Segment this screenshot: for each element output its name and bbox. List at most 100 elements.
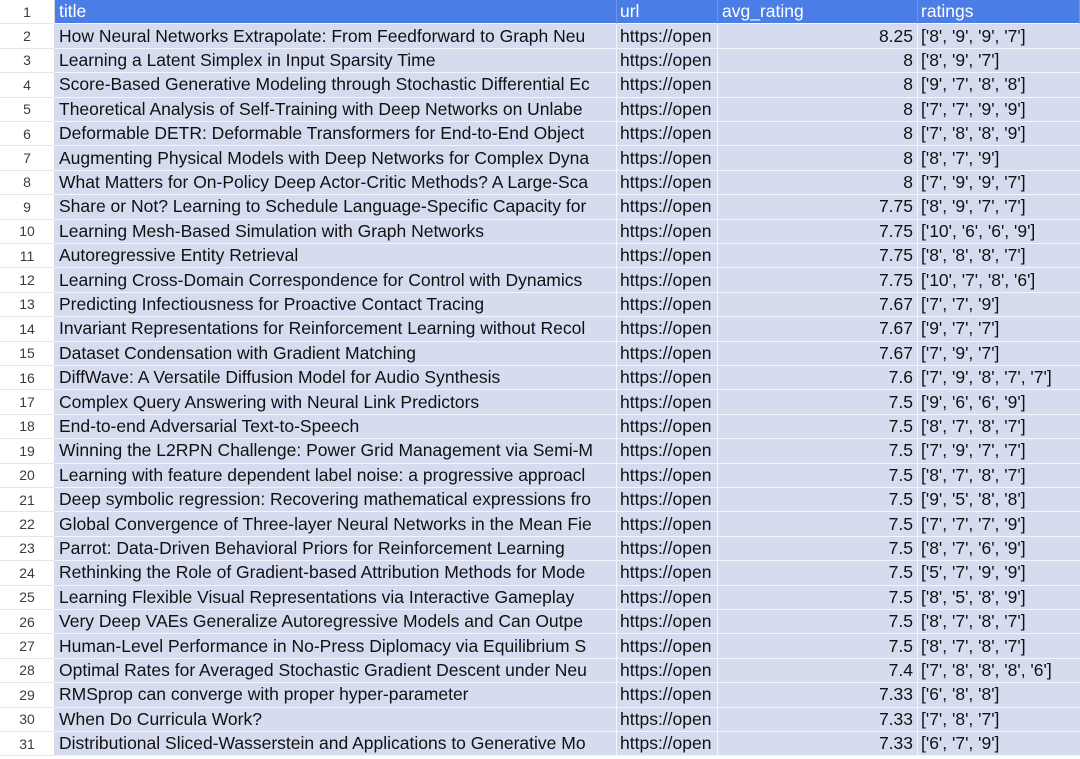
- cell-url[interactable]: https://open: [617, 390, 718, 415]
- cell-avg-rating[interactable]: 7.5: [718, 536, 918, 562]
- cell-title[interactable]: Share or Not? Learning to Schedule Langu…: [55, 195, 617, 220]
- cell-avg-rating[interactable]: 7.5: [718, 585, 918, 610]
- cell-ratings[interactable]: ['9', '5', '8', '8']: [918, 488, 1080, 513]
- cell-avg-rating[interactable]: 7.33: [718, 683, 918, 708]
- cell-url[interactable]: https://open: [617, 585, 718, 610]
- cell-title[interactable]: Rethinking the Role of Gradient-based At…: [55, 561, 617, 586]
- cell-url[interactable]: https://open: [617, 610, 718, 635]
- row-number[interactable]: 10: [0, 219, 55, 244]
- cell-ratings[interactable]: ['10', '7', '8', '6']: [918, 268, 1080, 293]
- cell-title[interactable]: Score-Based Generative Modeling through …: [55, 73, 617, 98]
- column-header-title[interactable]: title: [55, 0, 617, 25]
- row-number[interactable]: 15: [0, 341, 55, 366]
- cell-avg-rating[interactable]: 7.67: [718, 341, 918, 366]
- cell-avg-rating[interactable]: 7.67: [718, 292, 918, 318]
- row-number[interactable]: 14: [0, 317, 55, 342]
- row-number[interactable]: 19: [0, 439, 55, 464]
- cell-ratings[interactable]: ['6', '7', '9']: [918, 732, 1080, 757]
- cell-url[interactable]: https://open: [617, 268, 718, 293]
- cell-avg-rating[interactable]: 7.5: [718, 561, 918, 586]
- cell-ratings[interactable]: ['5', '7', '9', '9']: [918, 561, 1080, 586]
- cell-ratings[interactable]: ['8', '8', '8', '7']: [918, 244, 1080, 269]
- cell-title[interactable]: Global Convergence of Three-layer Neural…: [55, 512, 617, 537]
- cell-title[interactable]: Very Deep VAEs Generalize Autoregressive…: [55, 610, 617, 635]
- row-number[interactable]: 28: [0, 658, 55, 684]
- row-number[interactable]: 9: [0, 195, 55, 220]
- cell-url[interactable]: https://open: [617, 146, 718, 171]
- cell-ratings[interactable]: ['7', '7', '9']: [918, 292, 1080, 318]
- row-number[interactable]: 16: [0, 366, 55, 391]
- cell-title[interactable]: Predicting Infectiousness for Proactive …: [55, 292, 617, 318]
- row-number[interactable]: 1: [0, 0, 55, 25]
- cell-avg-rating[interactable]: 8: [718, 122, 918, 147]
- cell-ratings[interactable]: ['8', '5', '8', '9']: [918, 585, 1080, 610]
- cell-title[interactable]: Dataset Condensation with Gradient Match…: [55, 341, 617, 366]
- row-number[interactable]: 4: [0, 73, 55, 98]
- cell-avg-rating[interactable]: 7.6: [718, 366, 918, 391]
- cell-ratings[interactable]: ['8', '9', '7']: [918, 48, 1080, 74]
- row-number[interactable]: 30: [0, 707, 55, 732]
- cell-ratings[interactable]: ['7', '8', '8', '8', '6']: [918, 658, 1080, 684]
- cell-avg-rating[interactable]: 8: [718, 48, 918, 74]
- cell-url[interactable]: https://open: [617, 463, 718, 488]
- row-number[interactable]: 5: [0, 97, 55, 122]
- row-number[interactable]: 12: [0, 268, 55, 293]
- row-number[interactable]: 6: [0, 122, 55, 147]
- cell-ratings[interactable]: ['6', '8', '8']: [918, 683, 1080, 708]
- cell-avg-rating[interactable]: 7.5: [718, 634, 918, 659]
- cell-avg-rating[interactable]: 7.67: [718, 317, 918, 342]
- cell-url[interactable]: https://open: [617, 488, 718, 513]
- cell-title[interactable]: Parrot: Data-Driven Behavioral Priors fo…: [55, 536, 617, 562]
- cell-title[interactable]: DiffWave: A Versatile Diffusion Model fo…: [55, 366, 617, 391]
- cell-url[interactable]: https://open: [617, 24, 718, 49]
- column-header-ratings[interactable]: ratings: [918, 0, 1080, 25]
- row-number[interactable]: 31: [0, 732, 55, 757]
- cell-title[interactable]: How Neural Networks Extrapolate: From Fe…: [55, 24, 617, 49]
- column-header-url[interactable]: url: [617, 0, 718, 25]
- cell-ratings[interactable]: ['9', '7', '7']: [918, 317, 1080, 342]
- cell-avg-rating[interactable]: 7.5: [718, 390, 918, 415]
- cell-url[interactable]: https://open: [617, 170, 718, 196]
- cell-url[interactable]: https://open: [617, 707, 718, 732]
- cell-avg-rating[interactable]: 8: [718, 73, 918, 98]
- row-number[interactable]: 20: [0, 463, 55, 488]
- row-number[interactable]: 3: [0, 48, 55, 74]
- row-number[interactable]: 24: [0, 561, 55, 586]
- cell-url[interactable]: https://open: [617, 561, 718, 586]
- cell-url[interactable]: https://open: [617, 122, 718, 147]
- cell-avg-rating[interactable]: 7.5: [718, 463, 918, 488]
- cell-avg-rating[interactable]: 7.5: [718, 414, 918, 440]
- cell-title[interactable]: Invariant Representations for Reinforcem…: [55, 317, 617, 342]
- cell-url[interactable]: https://open: [617, 414, 718, 440]
- cell-url[interactable]: https://open: [617, 658, 718, 684]
- cell-title[interactable]: RMSprop can converge with proper hyper-p…: [55, 683, 617, 708]
- cell-title[interactable]: End-to-end Adversarial Text-to-Speech: [55, 414, 617, 440]
- cell-url[interactable]: https://open: [617, 512, 718, 537]
- cell-ratings[interactable]: ['7', '7', '9', '9']: [918, 97, 1080, 122]
- row-number[interactable]: 18: [0, 414, 55, 440]
- cell-url[interactable]: https://open: [617, 341, 718, 366]
- row-number[interactable]: 22: [0, 512, 55, 537]
- cell-title[interactable]: Autoregressive Entity Retrieval: [55, 244, 617, 269]
- row-number[interactable]: 26: [0, 610, 55, 635]
- cell-url[interactable]: https://open: [617, 73, 718, 98]
- row-number[interactable]: 21: [0, 488, 55, 513]
- cell-title[interactable]: Optimal Rates for Averaged Stochastic Gr…: [55, 658, 617, 684]
- cell-ratings[interactable]: ['8', '9', '7', '7']: [918, 195, 1080, 220]
- cell-url[interactable]: https://open: [617, 97, 718, 122]
- cell-avg-rating[interactable]: 7.5: [718, 439, 918, 464]
- cell-ratings[interactable]: ['8', '7', '8', '7']: [918, 414, 1080, 440]
- cell-title[interactable]: Deep symbolic regression: Recovering mat…: [55, 488, 617, 513]
- cell-ratings[interactable]: ['9', '7', '8', '8']: [918, 73, 1080, 98]
- row-number[interactable]: 25: [0, 585, 55, 610]
- cell-ratings[interactable]: ['7', '9', '8', '7', '7']: [918, 366, 1080, 391]
- cell-ratings[interactable]: ['7', '8', '7']: [918, 707, 1080, 732]
- row-number[interactable]: 2: [0, 24, 55, 49]
- cell-avg-rating[interactable]: 8: [718, 170, 918, 196]
- cell-url[interactable]: https://open: [617, 439, 718, 464]
- cell-title[interactable]: What Matters for On-Policy Deep Actor-Cr…: [55, 170, 617, 196]
- cell-url[interactable]: https://open: [617, 244, 718, 269]
- cell-url[interactable]: https://open: [617, 732, 718, 757]
- cell-title[interactable]: Human-Level Performance in No-Press Dipl…: [55, 634, 617, 659]
- cell-avg-rating[interactable]: 7.75: [718, 195, 918, 220]
